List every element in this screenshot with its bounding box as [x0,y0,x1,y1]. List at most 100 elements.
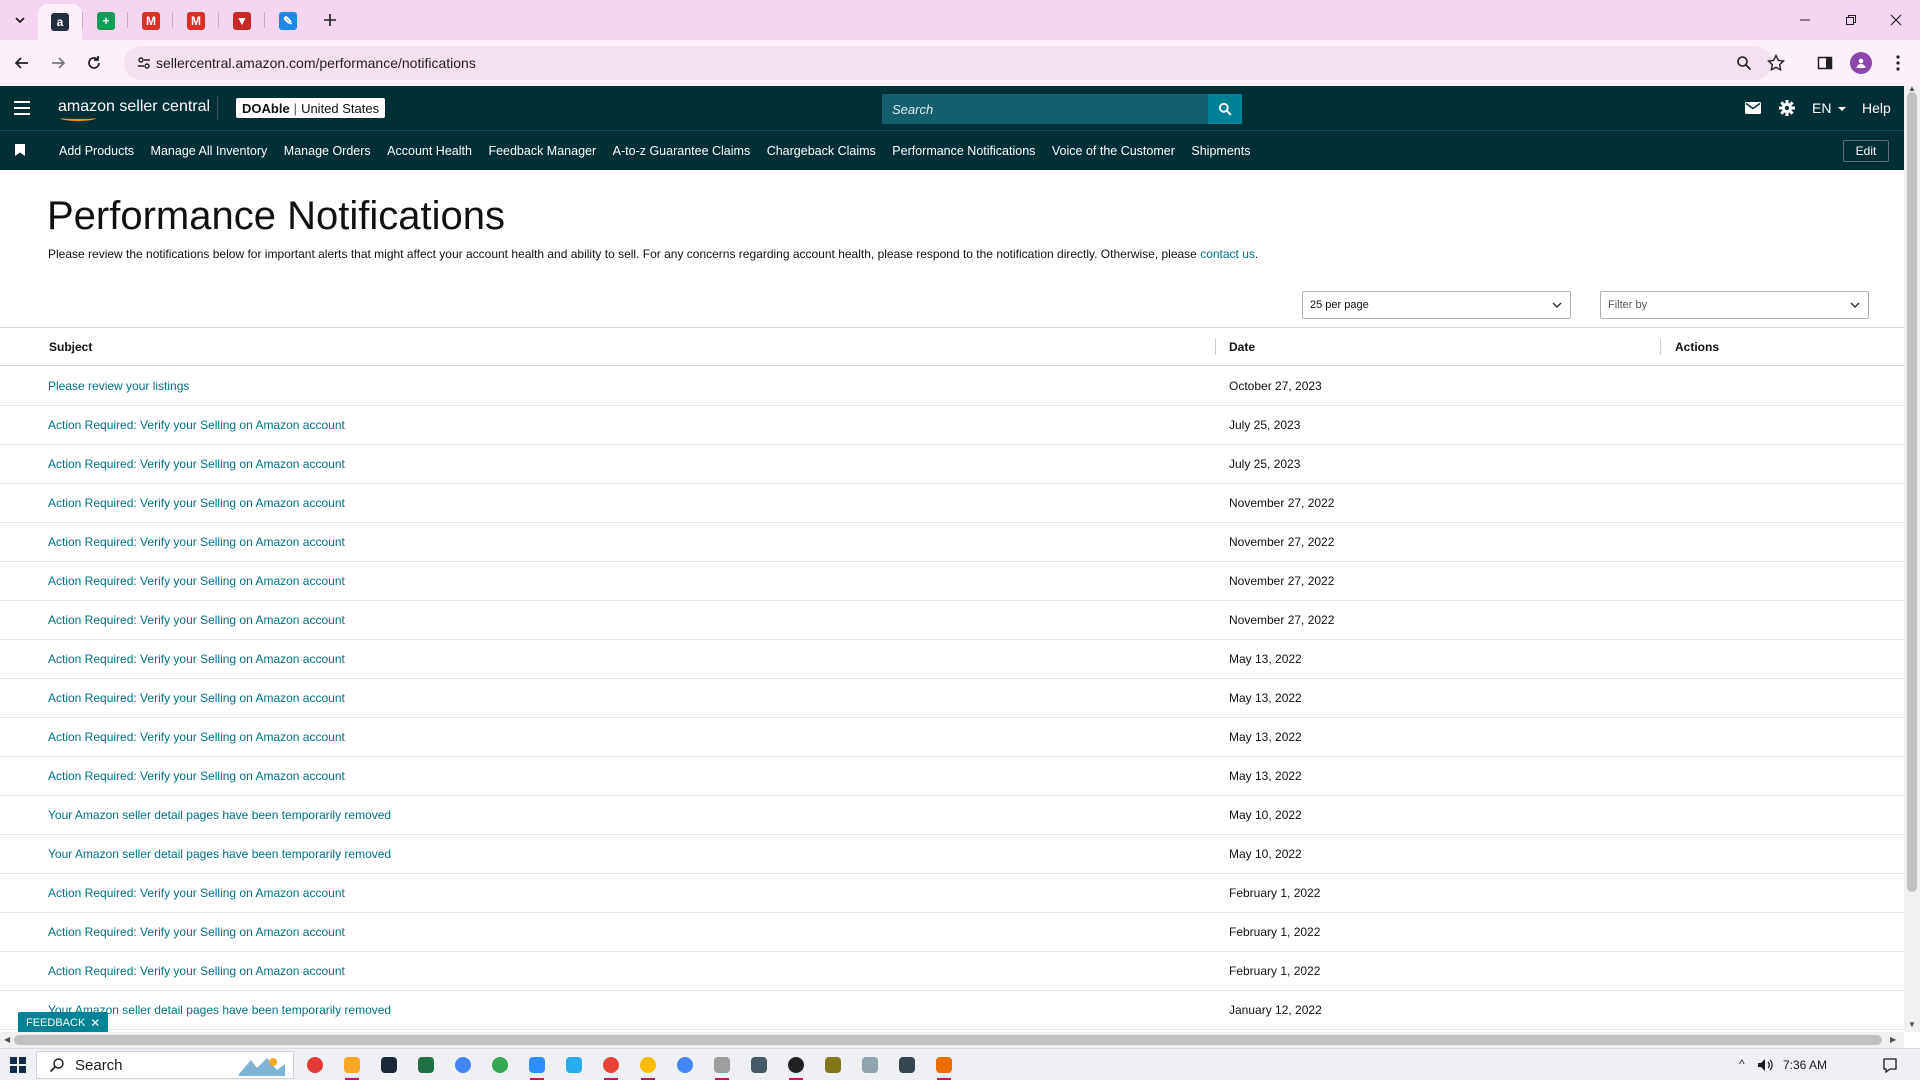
column-header-subject[interactable]: Subject [49,340,92,354]
search-input[interactable] [882,94,1208,124]
chrome-icon[interactable] [489,1054,511,1076]
minimize-icon[interactable] [1790,8,1820,32]
nav-link[interactable]: Chargeback Claims [767,144,876,158]
browser-tab[interactable]: ✎ [266,6,310,36]
horizontal-scroll-thumb[interactable] [14,1035,1882,1045]
side-panel-icon[interactable] [1813,51,1837,75]
scroll-left-icon[interactable]: ◀ [4,1035,10,1044]
notification-subject-link[interactable]: Action Required: Verify your Selling on … [48,691,345,705]
obs-icon[interactable] [785,1054,807,1080]
bookmark-star-icon[interactable] [1764,51,1788,75]
notification-subject-link[interactable]: Action Required: Verify your Selling on … [48,964,345,978]
windows-start-icon[interactable] [10,1057,26,1073]
notification-subject-link[interactable]: Action Required: Verify your Selling on … [48,457,345,471]
file-explorer-icon[interactable] [341,1054,363,1080]
vertical-scrollbar[interactable]: ▲ ▼ [1904,84,1920,1032]
browser-tab[interactable]: ▼ [220,6,264,36]
settings-gear-icon[interactable] [1777,98,1797,118]
notification-subject-link[interactable]: Please review your listings [48,379,189,393]
notification-subject-link[interactable]: Action Required: Verify your Selling on … [48,769,345,783]
close-icon[interactable]: ✕ [90,1016,100,1030]
notification-subject-link[interactable]: Action Required: Verify your Selling on … [48,535,345,549]
telegram-icon[interactable] [563,1054,585,1076]
tab-separator [218,12,219,28]
nav-link[interactable]: Manage Orders [284,144,371,158]
bookmark-icon[interactable] [15,144,25,156]
browser-tab[interactable]: M [129,6,173,36]
vertical-scroll-thumb[interactable] [1907,92,1917,892]
taskbar-clock[interactable]: 7:36 AM [1783,1058,1827,1072]
language-selector[interactable]: EN [1812,100,1847,116]
nav-link[interactable]: Account Health [387,144,472,158]
sticky-notes-icon[interactable] [822,1054,844,1076]
taskbar-search[interactable]: Search [36,1051,294,1079]
search-button[interactable] [1208,94,1242,124]
notification-subject-link[interactable]: Action Required: Verify your Selling on … [48,925,345,939]
excel-icon[interactable] [415,1054,437,1076]
seller-central-logo[interactable]: amazon seller central [58,98,210,121]
notification-subject-link[interactable]: Your Amazon seller detail pages have bee… [48,847,391,861]
notifications-icon[interactable] [1882,1057,1898,1073]
nav-link[interactable]: A-to-z Guarantee Claims [613,144,751,158]
horizontal-scrollbar[interactable]: ◀ ▶ [0,1032,1904,1048]
nav-link[interactable]: Shipments [1191,144,1250,158]
scroll-right-icon[interactable]: ▶ [1890,1035,1896,1044]
new-tab-button[interactable] [318,8,342,32]
forward-icon[interactable] [46,51,70,75]
browser-tab[interactable]: + [84,6,128,36]
notification-subject-link[interactable]: Action Required: Verify your Selling on … [48,613,345,627]
nav-link[interactable]: Voice of the Customer [1052,144,1175,158]
zoom-icon[interactable] [1734,53,1754,73]
browser-tab[interactable]: a [38,4,82,40]
notification-subject-link[interactable]: Action Required: Verify your Selling on … [48,886,345,900]
feedback-label: FEEDBACK [26,1016,86,1029]
volume-icon[interactable] [1757,1058,1775,1072]
chrome-icon[interactable] [674,1054,696,1076]
calculator-icon[interactable] [748,1054,770,1076]
tab-search-icon[interactable] [8,8,32,32]
notification-subject-link[interactable]: Action Required: Verify your Selling on … [48,496,345,510]
url-text[interactable]: sellercentral.amazon.com/performance/not… [156,55,476,71]
chrome-icon[interactable] [637,1054,659,1080]
nav-link[interactable]: Manage All Inventory [151,144,268,158]
nav-link[interactable]: Performance Notifications [892,144,1035,158]
paint-icon[interactable] [711,1054,733,1080]
notepad-icon[interactable] [859,1054,881,1076]
steam-icon[interactable] [378,1054,400,1076]
scroll-down-icon[interactable]: ▼ [1908,1020,1916,1029]
profile-avatar[interactable] [1849,51,1873,75]
reload-icon[interactable] [82,51,106,75]
notification-subject-link[interactable]: Action Required: Verify your Selling on … [48,652,345,666]
notification-subject-link[interactable]: Your Amazon seller detail pages have bee… [48,808,391,822]
page-title: Performance Notifications [47,194,505,238]
zoom-icon[interactable] [526,1054,548,1080]
recorder-app-icon[interactable] [304,1054,326,1076]
help-link[interactable]: Help [1862,100,1891,116]
chrome-icon[interactable] [600,1054,622,1080]
column-header-date[interactable]: Date [1229,340,1255,354]
nav-link[interactable]: Feedback Manager [488,144,596,158]
feedback-button[interactable]: FEEDBACK ✕ [18,1012,109,1033]
nav-link[interactable]: Add Products [59,144,134,158]
site-info-icon[interactable] [134,53,154,73]
account-switcher[interactable]: DOAble | United States [236,98,386,118]
filter-select[interactable]: Filter by [1600,291,1869,319]
address-bar[interactable]: sellercentral.amazon.com/performance/not… [124,46,1772,80]
mail-icon[interactable] [1743,98,1763,118]
per-page-select[interactable]: 25 per page [1302,291,1571,319]
contact-us-link[interactable]: contact us [1200,247,1255,261]
notification-subject-link[interactable]: Action Required: Verify your Selling on … [48,574,345,588]
chrome-icon[interactable] [452,1054,474,1076]
notification-subject-link[interactable]: Action Required: Verify your Selling on … [48,418,345,432]
paint-app-icon[interactable] [933,1054,955,1080]
back-icon[interactable] [10,51,34,75]
edit-nav-button[interactable]: Edit [1843,140,1889,162]
settings-icon[interactable] [896,1054,918,1076]
close-window-icon[interactable] [1881,8,1911,32]
hamburger-menu-icon[interactable] [12,98,32,118]
notification-subject-link[interactable]: Action Required: Verify your Selling on … [48,730,345,744]
browser-tab[interactable]: M [174,6,218,36]
restore-icon[interactable] [1836,8,1866,32]
browser-menu-icon[interactable] [1886,51,1910,75]
tray-chevron-icon[interactable]: ^ [1739,1057,1745,1071]
